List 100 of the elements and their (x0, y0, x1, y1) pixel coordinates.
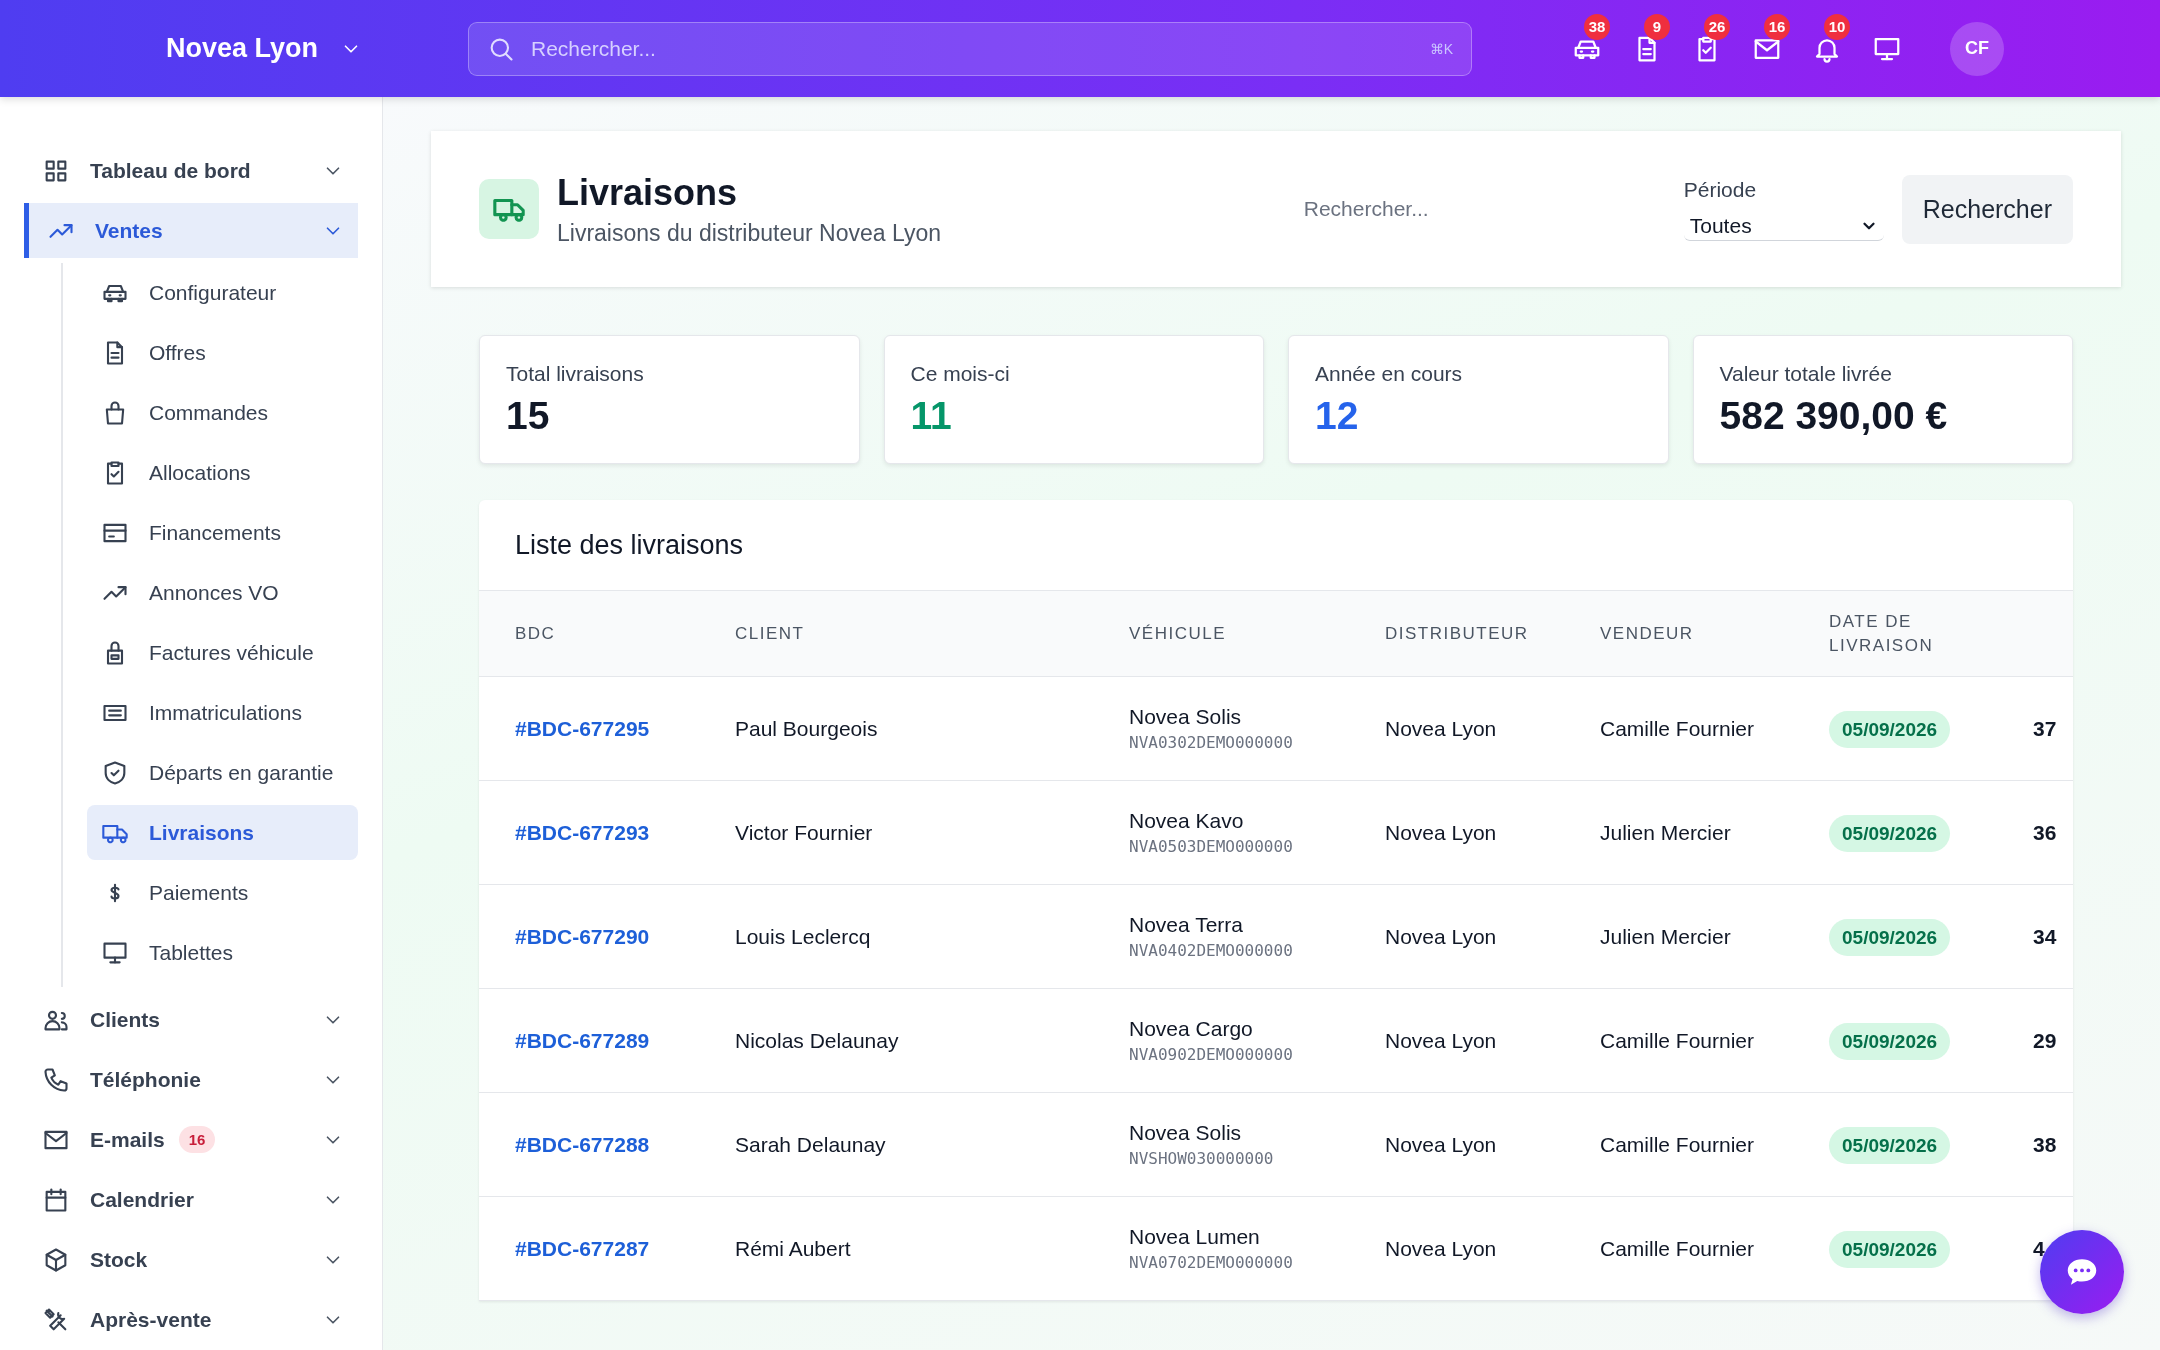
sidebar-item[interactable]: Stock (24, 1232, 358, 1287)
table-cell-text: Rémi Aubert (735, 1236, 852, 1261)
table-cell-text: Novea Lyon (1385, 924, 1498, 949)
stat-value: 582 390,00 € (1719, 394, 1949, 438)
table-cell-text: Camille Fournier (1600, 1028, 1756, 1053)
table-cell-text: Novea Lyon (1385, 1236, 1498, 1261)
table-cell-text: Novea Lyon (1385, 716, 1498, 741)
order-link[interactable]: #BDC-677295 (479, 716, 735, 741)
period-select[interactable]: Toutes (1683, 211, 1884, 241)
table-cell-text: 34 (2033, 924, 2058, 949)
column-header: VENDEUR (1600, 623, 1695, 644)
notification-badge: 9 (1644, 13, 1670, 40)
sidebar-subitem[interactable]: Annonces VO (87, 565, 358, 620)
order-link[interactable]: #BDC-677293 (479, 820, 735, 845)
phone-icon (42, 1065, 70, 1094)
column-header: DATE DE LIVRAISON (1829, 610, 1935, 657)
stat-label: Valeur totale livrée (1719, 362, 1893, 386)
sidebar-subitem[interactable]: Allocations (87, 445, 358, 500)
search-input[interactable]: Rechercher... (529, 35, 1416, 62)
stat-label: Total livraisons (506, 362, 645, 386)
column-header: VÉHICULE (1129, 623, 1228, 644)
sidebar-subitem[interactable]: Tablettes (87, 925, 358, 980)
sidebar-item[interactable]: Calendrier (24, 1172, 358, 1227)
vehicle-name: Novea Terra (1129, 913, 1244, 937)
column-header: CLIENT (735, 623, 806, 644)
sidebar-subitem[interactable]: Commandes (87, 385, 358, 440)
page-subtitle: Livraisons du distributeur Novea Lyon (557, 219, 942, 247)
field-label: Période (1683, 177, 1758, 202)
order-link[interactable]: #BDC-677290 (479, 924, 735, 949)
stat-value: 11 (910, 394, 953, 438)
notification-badge: 16 (1764, 13, 1790, 40)
notification-badge: 10 (1824, 13, 1850, 40)
table-cell-text: Novea Lyon (1385, 1132, 1498, 1157)
table-cell-text: Paul Bourgeois (735, 716, 879, 741)
vehicle-code: NVA0402DEMO000000 (1129, 941, 1294, 960)
table-cell-text: Camille Fournier (1600, 716, 1756, 741)
date-badge: 05/09/2026 (1829, 710, 1951, 748)
sidebar-subitem[interactable]: Configurateur (87, 265, 358, 320)
column-header: DISTRIBUTEUR (1385, 623, 1530, 644)
sidebar-subitem[interactable]: Paiements (87, 865, 358, 920)
date-badge: 05/09/2026 (1829, 814, 1951, 852)
sidebar-item[interactable]: Ventes (24, 203, 358, 258)
sidebar-subitem[interactable]: Livraisons (87, 805, 358, 860)
order-link[interactable]: #BDC-677287 (479, 1236, 735, 1261)
stat-value: 15 (506, 394, 551, 438)
table-cell-text: Julien Mercier (1600, 924, 1732, 949)
vehicle-name: Novea Solis (1129, 705, 1243, 729)
table-cell-text: Novea Lyon (1385, 1028, 1498, 1053)
date-badge: 05/09/2026 (1829, 918, 1951, 956)
sidebar-item[interactable]: Téléphonie (24, 1052, 358, 1107)
truck-icon (479, 179, 539, 239)
table-cell-text: 38 (2033, 1132, 2058, 1157)
search-field[interactable]: Rechercher... (1301, 196, 1666, 222)
vehicle-code: NVA0702DEMO000000 (1129, 1253, 1294, 1272)
date-badge: 05/09/2026 (1829, 1230, 1951, 1268)
table-cell-text: 36 (2033, 820, 2058, 845)
table-cell-text: Sarah Delaunay (735, 1132, 887, 1157)
notification-badge: 38 (1584, 13, 1610, 40)
order-link[interactable]: #BDC-677289 (479, 1028, 735, 1053)
order-link[interactable]: #BDC-677288 (479, 1132, 735, 1157)
table-cell-text: 4 (2033, 1236, 2046, 1261)
table-cell-text: Victor Fournier (735, 820, 874, 845)
stat-value: 12 (1315, 394, 1360, 438)
notification-badge: 26 (1704, 13, 1730, 40)
page-title: Livraisons (557, 171, 739, 214)
sidebar-subitem[interactable]: Départs en garantie (87, 745, 358, 800)
vehicle-code: NVA0503DEMO000000 (1129, 837, 1294, 856)
table-cell-text: 37 (2033, 716, 2058, 741)
vehicle-code: NVA0302DEMO000000 (1129, 733, 1294, 752)
table-cell-text: Nicolas Delaunay (735, 1028, 900, 1053)
user-avatar[interactable]: CF (1950, 21, 2004, 76)
vehicle-name: Novea Solis (1129, 1121, 1243, 1145)
vehicle-name: Novea Lumen (1129, 1225, 1261, 1249)
stat-label: Ce mois-ci (910, 362, 1011, 386)
vehicle-code: NVSHOW030000000 (1129, 1149, 1275, 1168)
vehicle-code: NVA0902DEMO000000 (1129, 1045, 1294, 1064)
brand-name: Novea Lyon (165, 33, 318, 64)
vehicle-name: Novea Kavo (1129, 809, 1245, 833)
search-button[interactable]: Rechercher (1901, 174, 2073, 244)
sidebar-item[interactable]: Tableau de bord (24, 143, 358, 198)
sidebar-item[interactable]: Après-vente (24, 1292, 358, 1347)
date-badge: 05/09/2026 (1829, 1126, 1951, 1164)
table-cell-text: Novea Lyon (1385, 820, 1498, 845)
table-cell-text: Camille Fournier (1600, 1236, 1756, 1261)
sidebar-subitem[interactable]: Offres (87, 325, 358, 380)
table-cell-text: Camille Fournier (1600, 1132, 1756, 1157)
vehicle-name: Novea Cargo (1129, 1017, 1254, 1041)
shortcut-hint: ⌘K (1429, 40, 1453, 57)
stat-label: Année en cours (1315, 362, 1464, 386)
sidebar-item[interactable]: Clients (24, 992, 358, 1047)
count-badge: 16 (178, 1126, 216, 1153)
column-header: BDC (514, 623, 557, 644)
date-badge: 05/09/2026 (1829, 1022, 1951, 1060)
sidebar-subitem[interactable]: Immatriculations (87, 685, 358, 740)
sidebar-item[interactable]: E-mails 16 (24, 1112, 358, 1167)
table-cell-text: Julien Mercier (1600, 820, 1732, 845)
table-cell-text: 29 (2033, 1028, 2058, 1053)
sidebar-subitem[interactable]: Financements (87, 505, 358, 560)
sidebar-subitem[interactable]: Factures véhicule (87, 625, 358, 680)
table-cell-text: Louis Leclercq (735, 924, 872, 949)
